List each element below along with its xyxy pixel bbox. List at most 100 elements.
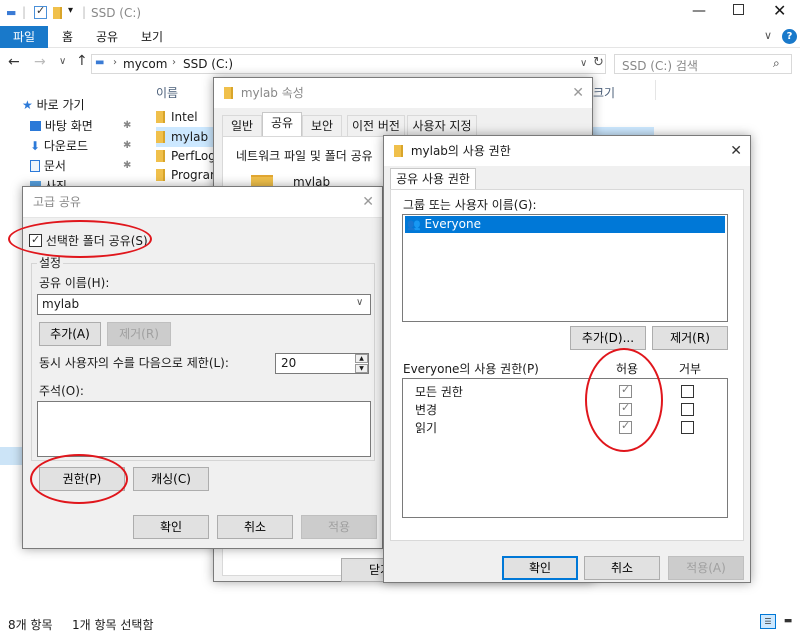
nav-item-label: 문서 <box>43 159 66 173</box>
cancel-button[interactable]: 취소 <box>217 515 293 539</box>
ribbon-tab-home[interactable]: 홈 <box>52 26 83 48</box>
nav-item-desktop[interactable]: 바탕 화면 <box>30 116 93 136</box>
file-row-intel[interactable]: Intel <box>156 107 198 127</box>
ribbon-tab-view[interactable]: 보기 <box>131 26 173 48</box>
advanced-sharing-titlebar: 고급 공유 <box>23 187 382 217</box>
search-input[interactable]: SSD (C:) 검색 <box>622 57 698 74</box>
folder-icon <box>156 150 165 162</box>
recent-locations-icon[interactable]: ∨ <box>59 56 66 67</box>
breadcrumb-mycom[interactable]: mycom <box>123 57 167 71</box>
spinner-down-icon[interactable]: ▼ <box>355 364 368 373</box>
star-icon: ★ <box>22 98 33 112</box>
ribbon-tab-file[interactable]: 파일 <box>0 26 48 48</box>
permission-name: 읽기 <box>415 421 438 435</box>
add-user-button[interactable]: 추가(D)... <box>570 326 646 350</box>
quick-access-dropdown-icon[interactable]: ▾ <box>68 5 73 16</box>
nav-item-downloads[interactable]: ⬇ 다운로드 <box>30 136 88 156</box>
forward-icon[interactable]: → <box>34 54 46 70</box>
close-icon[interactable]: ✕ <box>362 187 374 217</box>
chevron-right-icon[interactable]: › <box>172 57 176 68</box>
remove-share-button[interactable]: 제거(R) <box>107 322 171 346</box>
address-bar[interactable]: ▬ › mycom › SSD (C:) ∨ ↻ <box>91 54 606 74</box>
ok-button[interactable]: 확인 <box>133 515 209 539</box>
explorer-titlebar: ▬ | ▾ | SSD (C:) — ✕ <box>0 0 800 26</box>
tab-general[interactable]: 일반 <box>222 115 262 137</box>
search-box[interactable]: SSD (C:) 검색 ⌕ <box>614 54 792 74</box>
window-title: SSD (C:) <box>91 6 142 20</box>
deny-change-checkbox[interactable] <box>681 403 694 417</box>
share-name-label: 공유 이름(H): <box>39 276 110 290</box>
tab-security[interactable]: 보안 <box>302 115 342 137</box>
column-header-name[interactable]: 이름 <box>156 84 178 101</box>
add-share-button[interactable]: 추가(A) <box>39 322 101 346</box>
search-icon[interactable]: ⌕ <box>773 56 780 71</box>
share-name-select[interactable]: mylab ∨ <box>37 294 371 315</box>
nav-item-documents[interactable]: 문서 <box>30 156 66 176</box>
comment-textarea[interactable] <box>37 401 371 457</box>
file-name: Intel <box>171 110 198 124</box>
network-sharing-section: 네트워크 파일 및 폴더 공유 <box>236 149 373 163</box>
file-row-mylab[interactable]: mylab <box>156 127 216 147</box>
back-icon[interactable]: ← <box>8 54 20 70</box>
chevron-right-icon[interactable]: › <box>113 57 117 68</box>
file-row-program[interactable]: Program <box>156 165 222 185</box>
breadcrumb-drive[interactable]: SSD (C:) <box>183 57 233 71</box>
deny-read-checkbox[interactable] <box>681 421 694 435</box>
pin-icon[interactable]: ✱ <box>123 120 131 131</box>
tab-sharing[interactable]: 공유 <box>262 112 302 137</box>
tab-previous-versions[interactable]: 이전 버전 <box>347 115 405 137</box>
expand-ribbon-icon[interactable]: ∨ <box>764 29 772 42</box>
remove-user-button[interactable]: 제거(R) <box>652 326 728 350</box>
help-icon[interactable]: ? <box>782 29 797 44</box>
caching-button[interactable]: 캐싱(C) <box>133 467 209 491</box>
pin-icon[interactable]: ✱ <box>123 140 131 151</box>
nav-item-label: 다운로드 <box>43 139 89 153</box>
list-item-everyone[interactable]: 👥 Everyone <box>405 216 725 233</box>
close-icon[interactable]: ✕ <box>730 136 742 166</box>
folder-icon <box>156 111 165 123</box>
nav-quick-access[interactable]: ★ 바로 가기 <box>22 95 85 115</box>
chevron-down-icon[interactable]: ∨ <box>356 297 363 308</box>
desktop-icon <box>30 121 41 131</box>
user-limit-spinner[interactable]: 20 ▲ ▼ <box>275 353 369 374</box>
ribbon-tab-share[interactable]: 공유 <box>86 26 128 48</box>
deny-header: 거부 <box>679 362 702 376</box>
deny-full-control-checkbox[interactable] <box>681 385 694 399</box>
annotation-ellipse-allow-column <box>585 348 663 452</box>
ok-button[interactable]: 확인 <box>502 556 578 580</box>
permissions-dialog: mylab의 사용 권한 ✕ 공유 사용 권한 그룹 또는 사용자 이름(G):… <box>383 135 751 583</box>
annotation-ellipse-share-checkbox <box>8 220 152 258</box>
column-divider <box>655 80 656 100</box>
minimize-icon[interactable]: — <box>692 3 706 19</box>
users-list[interactable]: 👥 Everyone <box>402 214 728 322</box>
close-icon[interactable]: ✕ <box>572 78 584 108</box>
folder-icon <box>394 145 403 157</box>
settings-group-label: 설정 <box>37 255 64 271</box>
group-user-label: 그룹 또는 사용자 이름(G): <box>403 198 537 212</box>
file-name: mylab <box>171 130 209 144</box>
cancel-button[interactable]: 취소 <box>584 556 660 580</box>
new-folder-quick-icon[interactable] <box>53 6 62 20</box>
details-view-icon[interactable]: ☰ <box>760 614 776 629</box>
tab-share-permissions[interactable]: 공유 사용 권한 <box>390 168 476 190</box>
address-row: ← → ∨ ↑ ▬ › mycom › SSD (C:) ∨ ↻ SSD (C:… <box>0 48 800 78</box>
apply-button[interactable]: 적용 <box>301 515 377 539</box>
folder-icon <box>156 169 165 181</box>
up-icon[interactable]: ↑ <box>76 53 88 69</box>
refresh-icon[interactable]: ↻ <box>593 55 604 70</box>
nav-quick-access-label: 바로 가기 <box>36 98 85 112</box>
apply-button[interactable]: 적용(A) <box>668 556 744 580</box>
spinner-up-icon[interactable]: ▲ <box>355 354 368 363</box>
properties-quick-icon[interactable] <box>34 4 47 20</box>
drive-icon[interactable]: ▬ <box>6 6 16 19</box>
column-header-size[interactable]: 크기 <box>593 84 615 101</box>
comment-label: 주석(O): <box>39 384 84 398</box>
large-icons-view-icon[interactable]: ▬ <box>780 614 796 629</box>
user-name: Everyone <box>424 217 481 231</box>
tab-customize[interactable]: 사용자 지정 <box>407 115 477 137</box>
drive-icon: ▬ <box>95 57 105 68</box>
pin-icon[interactable]: ✱ <box>123 160 131 171</box>
close-icon[interactable]: ✕ <box>773 1 786 20</box>
maximize-icon[interactable] <box>733 4 744 15</box>
address-dropdown-icon[interactable]: ∨ <box>580 58 587 69</box>
